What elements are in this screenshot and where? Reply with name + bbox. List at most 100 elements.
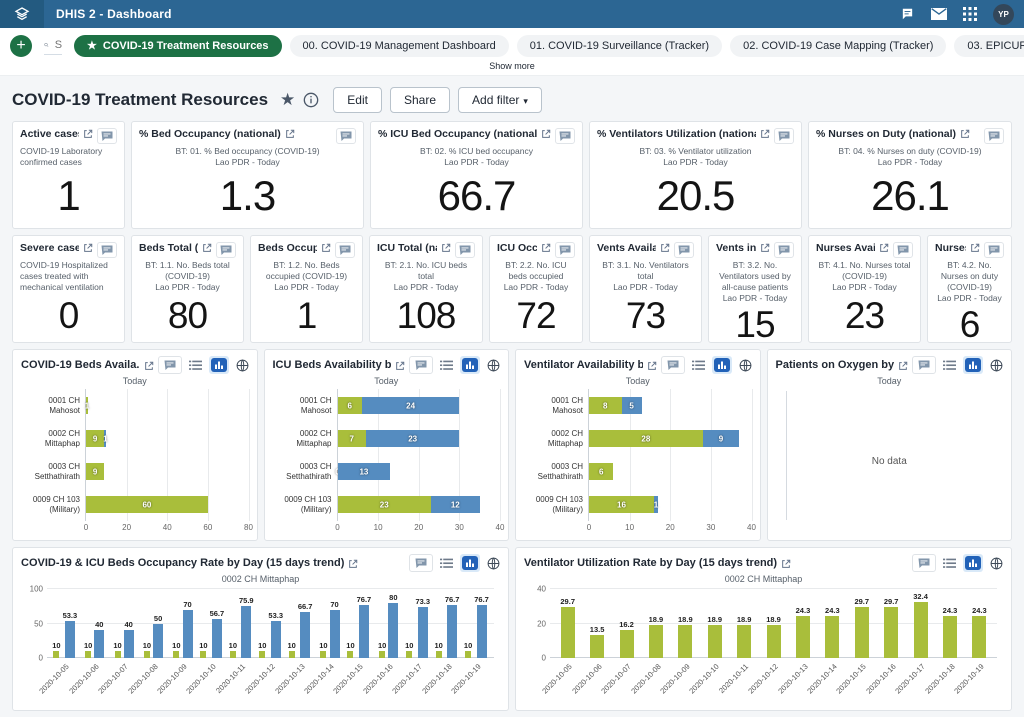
- bar[interactable]: [271, 621, 281, 658]
- bar-segment[interactable]: 1: [654, 496, 658, 513]
- bar[interactable]: [200, 651, 206, 658]
- bar-segment[interactable]: 24: [362, 397, 460, 414]
- bar[interactable]: [914, 602, 928, 658]
- open-in-data-visualizer-icon[interactable]: [541, 129, 551, 139]
- bar-segment[interactable]: 23: [366, 430, 459, 447]
- bar[interactable]: [85, 651, 91, 658]
- map-view-icon[interactable]: [487, 359, 500, 372]
- open-in-data-visualizer-icon[interactable]: [144, 361, 154, 371]
- bar[interactable]: [124, 630, 134, 658]
- comment-icon[interactable]: [97, 128, 117, 144]
- dashboard-chip-3[interactable]: 02. COVID-19 Case Mapping (Tracker): [730, 35, 946, 57]
- share-button[interactable]: Share: [390, 87, 450, 113]
- open-in-data-visualizer-icon[interactable]: [960, 129, 970, 139]
- chart-view-toggle[interactable]: [460, 554, 480, 572]
- bar[interactable]: [406, 651, 412, 658]
- bar-segment[interactable]: 16: [589, 496, 654, 513]
- bar[interactable]: [153, 624, 163, 659]
- bar[interactable]: [418, 607, 428, 658]
- bar-segment[interactable]: 9: [86, 463, 104, 480]
- comment-icon[interactable]: [158, 356, 182, 374]
- open-in-data-visualizer-icon[interactable]: [395, 361, 405, 371]
- open-in-data-visualizer-icon[interactable]: [83, 243, 93, 253]
- bar-segment[interactable]: 9: [86, 430, 104, 447]
- dashboard-search[interactable]: [44, 37, 62, 55]
- comment-icon[interactable]: [409, 554, 433, 572]
- comment-icon[interactable]: [912, 554, 936, 572]
- table-view-icon[interactable]: [943, 558, 956, 569]
- bar[interactable]: [825, 616, 839, 658]
- bar[interactable]: [477, 605, 487, 658]
- comment-icon[interactable]: [661, 356, 685, 374]
- comment-icon[interactable]: [555, 128, 575, 144]
- messages-icon[interactable]: [931, 8, 947, 20]
- table-view-icon[interactable]: [440, 360, 453, 371]
- comment-icon[interactable]: [455, 242, 475, 258]
- bar[interactable]: [259, 651, 265, 658]
- bar-segment[interactable]: 5: [622, 397, 642, 414]
- bar[interactable]: [388, 603, 398, 658]
- map-view-icon[interactable]: [990, 359, 1003, 372]
- bar-segment[interactable]: 6: [338, 397, 362, 414]
- search-input[interactable]: [55, 39, 62, 51]
- map-view-icon[interactable]: [487, 557, 500, 570]
- open-in-data-visualizer-icon[interactable]: [898, 361, 908, 371]
- comment-icon[interactable]: [555, 242, 575, 258]
- user-avatar[interactable]: YP: [993, 4, 1014, 25]
- open-in-data-visualizer-icon[interactable]: [541, 243, 551, 253]
- bar[interactable]: [767, 625, 781, 658]
- table-view-icon[interactable]: [692, 360, 705, 371]
- open-in-data-visualizer-icon[interactable]: [879, 243, 889, 253]
- open-in-data-visualizer-icon[interactable]: [441, 243, 451, 253]
- comment-icon[interactable]: [912, 356, 936, 374]
- bar[interactable]: [320, 651, 326, 658]
- comment-icon[interactable]: [774, 242, 794, 258]
- comment-icon[interactable]: [97, 242, 117, 258]
- dashboard-chip-1[interactable]: 00. COVID-19 Management Dashboard: [290, 35, 509, 57]
- bar[interactable]: [359, 605, 369, 658]
- open-in-data-visualizer-icon[interactable]: [647, 361, 657, 371]
- add-filter-button[interactable]: Add filter▾: [458, 87, 542, 113]
- table-view-icon[interactable]: [440, 558, 453, 569]
- bar-segment[interactable]: 13: [338, 463, 391, 480]
- comment-icon[interactable]: [216, 242, 236, 258]
- open-in-data-visualizer-icon[interactable]: [202, 243, 212, 253]
- comment-icon[interactable]: [893, 242, 913, 258]
- bar-segment[interactable]: 9: [703, 430, 740, 447]
- open-in-data-visualizer-icon[interactable]: [321, 243, 331, 253]
- comment-icon[interactable]: [674, 242, 694, 258]
- open-in-data-visualizer-icon[interactable]: [348, 559, 358, 569]
- bar[interactable]: [347, 651, 353, 658]
- map-view-icon[interactable]: [236, 359, 249, 372]
- bar-segment[interactable]: 60: [86, 496, 208, 513]
- bar-segment[interactable]: 12: [431, 496, 480, 513]
- comment-icon[interactable]: [774, 128, 794, 144]
- bar[interactable]: [678, 625, 692, 658]
- bar[interactable]: [855, 607, 869, 658]
- bar-segment[interactable]: 8: [589, 397, 622, 414]
- apps-menu-icon[interactable]: [963, 7, 977, 21]
- bar[interactable]: [465, 651, 471, 658]
- star-dashboard-icon[interactable]: ★: [280, 90, 295, 110]
- comment-icon[interactable]: [984, 242, 1004, 258]
- bar[interactable]: [561, 607, 575, 658]
- chart-view-toggle[interactable]: [963, 554, 983, 572]
- bar-segment[interactable]: 1: [86, 397, 88, 414]
- open-in-data-visualizer-icon[interactable]: [83, 129, 93, 139]
- bar[interactable]: [53, 651, 59, 658]
- bar[interactable]: [737, 625, 751, 658]
- bar[interactable]: [241, 606, 251, 658]
- map-view-icon[interactable]: [990, 557, 1003, 570]
- bar[interactable]: [230, 651, 236, 658]
- bar[interactable]: [436, 651, 442, 658]
- bar[interactable]: [144, 651, 150, 658]
- bar[interactable]: [115, 651, 121, 658]
- new-dashboard-button[interactable]: +: [10, 35, 32, 57]
- open-in-data-visualizer-icon[interactable]: [781, 559, 791, 569]
- bar-segment[interactable]: 23: [338, 496, 431, 513]
- table-view-icon[interactable]: [189, 360, 202, 371]
- chart-view-toggle[interactable]: [712, 356, 732, 374]
- bar-segment[interactable]: 7: [338, 430, 366, 447]
- edit-button[interactable]: Edit: [333, 87, 382, 113]
- interpretations-icon[interactable]: [900, 7, 915, 21]
